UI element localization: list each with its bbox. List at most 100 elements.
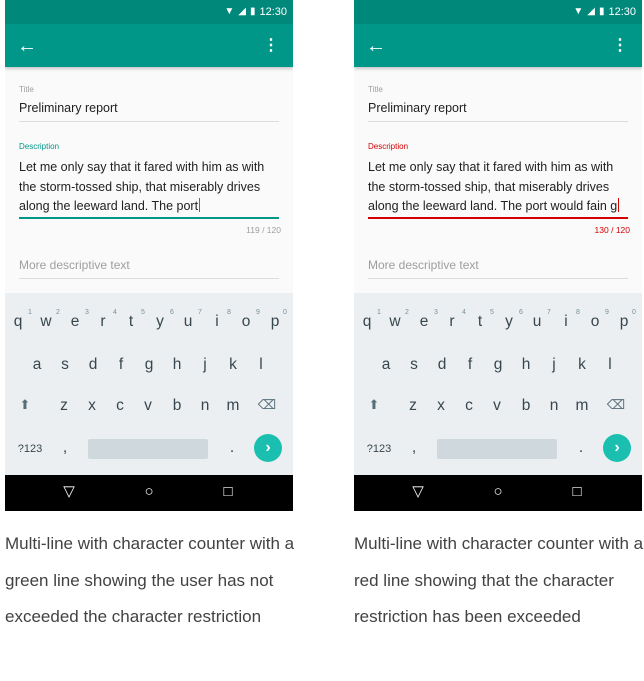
key-b[interactable]: b <box>522 397 531 415</box>
key-b[interactable]: b <box>173 397 182 415</box>
hint-6: 6 <box>519 309 523 316</box>
key-e[interactable]: e <box>71 313 80 331</box>
key-c[interactable]: c <box>116 397 124 415</box>
key-e[interactable]: e <box>420 313 429 331</box>
more-vert-icon[interactable]: ⋮ <box>263 37 279 54</box>
key-a[interactable]: a <box>33 356 42 374</box>
symbols-key[interactable]: ?123 <box>18 443 42 455</box>
hint-6: 6 <box>170 309 174 316</box>
key-l[interactable]: l <box>259 356 262 374</box>
key-h[interactable]: h <box>173 356 182 374</box>
key-o[interactable]: o <box>242 313 251 331</box>
key-w[interactable]: w <box>389 313 400 331</box>
more-field-underline <box>368 278 628 279</box>
hint-2: 2 <box>405 309 409 316</box>
title-field[interactable]: Preliminary report <box>19 101 118 115</box>
key-p[interactable]: p <box>271 313 280 331</box>
period-key[interactable]: . <box>230 439 234 457</box>
key-w[interactable]: w <box>40 313 51 331</box>
system-nav-bar: ▽ ○ □ <box>354 475 642 511</box>
key-a[interactable]: a <box>382 356 391 374</box>
nav-back-triangle-icon[interactable]: ▽ <box>63 484 75 499</box>
key-i[interactable]: i <box>215 313 218 331</box>
arrow-back-icon[interactable]: ← <box>366 36 386 56</box>
key-v[interactable]: v <box>493 397 501 415</box>
key-g[interactable]: g <box>145 356 154 374</box>
key-y[interactable]: y <box>156 313 164 331</box>
key-m[interactable]: m <box>576 397 589 415</box>
description-text: Let me only say that it fared with him a… <box>19 160 265 213</box>
backspace-icon[interactable]: ⌫ <box>258 397 276 413</box>
hint-9: 9 <box>256 309 260 316</box>
title-field[interactable]: Preliminary report <box>368 101 467 115</box>
space-key[interactable] <box>88 439 208 459</box>
key-t[interactable]: t <box>129 313 133 331</box>
backspace-icon[interactable]: ⌫ <box>607 397 625 413</box>
key-m[interactable]: m <box>227 397 240 415</box>
key-c[interactable]: c <box>465 397 473 415</box>
nav-home-circle-icon[interactable]: ○ <box>493 484 502 499</box>
nav-recents-square-icon[interactable]: □ <box>223 484 232 499</box>
nav-recents-square-icon[interactable]: □ <box>572 484 581 499</box>
key-u[interactable]: u <box>184 313 193 331</box>
chevron-right-icon[interactable]: › <box>603 434 631 462</box>
key-u[interactable]: u <box>533 313 542 331</box>
key-r[interactable]: r <box>449 313 454 331</box>
status-bar: ▼ ◢ ▮ 12:30 <box>5 0 293 24</box>
key-d[interactable]: d <box>89 356 98 374</box>
nav-back-triangle-icon[interactable]: ▽ <box>412 484 424 499</box>
period-key[interactable]: . <box>579 439 583 457</box>
comma-key[interactable]: , <box>63 439 67 457</box>
key-d[interactable]: d <box>438 356 447 374</box>
key-j[interactable]: j <box>552 356 555 374</box>
description-field[interactable]: Let me only say that it fared with him a… <box>19 158 281 217</box>
keyboard-row-3: ⬆ z x c v b n m ⌫ <box>5 397 293 423</box>
comma-key[interactable]: , <box>412 439 416 457</box>
key-j[interactable]: j <box>203 356 206 374</box>
key-n[interactable]: n <box>550 397 559 415</box>
space-key[interactable] <box>437 439 557 459</box>
signal-icon: ◢ <box>238 6 246 17</box>
chevron-right-icon[interactable]: › <box>254 434 282 462</box>
key-z[interactable]: z <box>409 397 417 415</box>
key-q[interactable]: q <box>363 313 372 331</box>
nav-home-circle-icon[interactable]: ○ <box>144 484 153 499</box>
character-counter: 119 / 120 <box>246 225 281 235</box>
key-s[interactable]: s <box>410 356 418 374</box>
key-y[interactable]: y <box>505 313 513 331</box>
more-vert-icon[interactable]: ⋮ <box>612 37 628 54</box>
app-bar: ← ⋮ <box>354 24 642 67</box>
hint-8: 8 <box>227 309 231 316</box>
more-descriptive-field[interactable]: More descriptive text <box>368 258 479 272</box>
key-q[interactable]: q <box>14 313 23 331</box>
key-p[interactable]: p <box>620 313 629 331</box>
shift-icon[interactable]: ⬆ <box>369 397 380 413</box>
key-x[interactable]: x <box>88 397 96 415</box>
key-o[interactable]: o <box>591 313 600 331</box>
shift-icon[interactable]: ⬆ <box>20 397 31 413</box>
key-f[interactable]: f <box>119 356 123 374</box>
phone-screen-error: ▼ ◢ ▮ 12:30 ← ⋮ Title Preliminary report… <box>354 0 642 511</box>
key-l[interactable]: l <box>608 356 611 374</box>
key-h[interactable]: h <box>522 356 531 374</box>
key-z[interactable]: z <box>60 397 68 415</box>
keyboard-row-2: a s d f g h j k l <box>354 356 642 382</box>
key-r[interactable]: r <box>100 313 105 331</box>
key-v[interactable]: v <box>144 397 152 415</box>
key-n[interactable]: n <box>201 397 210 415</box>
key-g[interactable]: g <box>494 356 503 374</box>
key-x[interactable]: x <box>437 397 445 415</box>
key-i[interactable]: i <box>564 313 567 331</box>
key-t[interactable]: t <box>478 313 482 331</box>
symbols-key[interactable]: ?123 <box>367 443 391 455</box>
hint-0: 0 <box>632 309 636 316</box>
arrow-back-icon[interactable]: ← <box>17 36 37 56</box>
description-field[interactable]: Let me only say that it fared with him a… <box>368 158 630 217</box>
title-label: Title <box>19 85 34 94</box>
key-k[interactable]: k <box>229 356 237 374</box>
key-f[interactable]: f <box>468 356 472 374</box>
more-descriptive-field[interactable]: More descriptive text <box>19 258 130 272</box>
key-s[interactable]: s <box>61 356 69 374</box>
hint-0: 0 <box>283 309 287 316</box>
key-k[interactable]: k <box>578 356 586 374</box>
